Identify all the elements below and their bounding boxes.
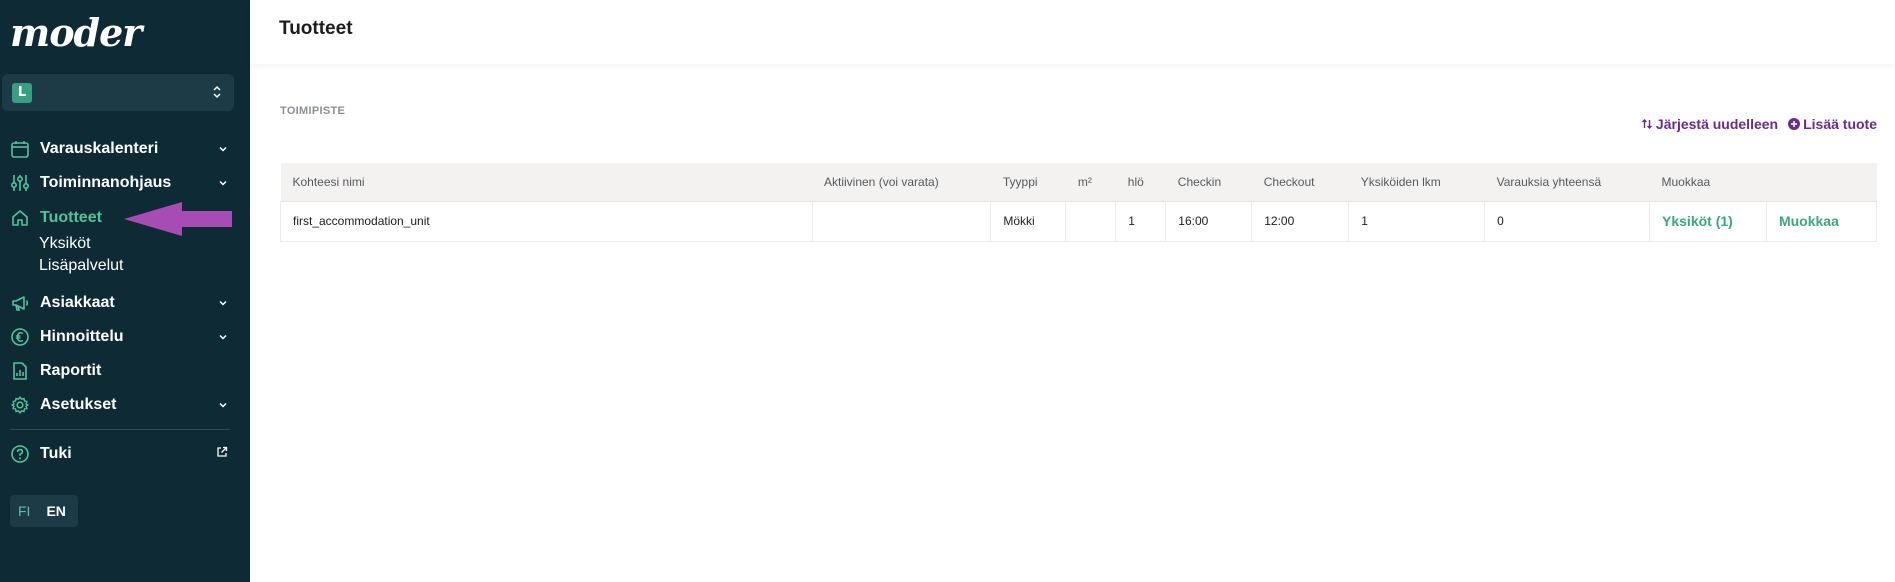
sidebar-item-raportit[interactable]: Raportit [10,358,230,384]
sidebar-item-label: Hinnoittelu [40,328,124,345]
column-header-persons: hlö [1115,163,1166,202]
sidebar-item-label: Toiminnanohjaus [40,174,172,191]
table-actions: Järjestä uudelleen Lisää tuote [1641,116,1877,132]
product-persons: 1 [1115,201,1167,242]
sort-caret-icon [213,85,221,99]
language-en-button[interactable]: EN [38,503,73,519]
sidebar-item-label: Asiakkaat [40,294,115,311]
external-link-icon [217,446,228,457]
add-product-button-label: Lisää tuote [1803,116,1877,132]
organization-badge: L [12,83,32,103]
table-row: first_accommodation_unit Mökki 1 16:00 1… [280,201,1878,242]
chevron-down-icon [219,402,227,408]
sidebar-item-asiakkaat[interactable]: Asiakkaat [10,290,230,316]
products-table: Kohteesi nimi Aktiivinen (voi varata) Ty… [280,163,1878,242]
help-icon [11,445,29,463]
column-header-area: m² [1065,163,1116,202]
language-fi-button[interactable]: FI [10,503,38,519]
chevron-down-icon [219,180,227,186]
reorder-button[interactable]: Järjestä uudelleen [1641,116,1778,132]
column-header-active: Aktiivinen (voi varata) [812,163,991,202]
sidebar-item-label: Raportit [40,362,102,379]
home-icon [12,210,28,226]
megaphone-icon [12,296,29,311]
sidebar-subitem-yksikot[interactable]: Yksiköt [39,235,91,253]
sidebar-subitem-lisapalvelut[interactable]: Lisäpalvelut [39,257,124,275]
column-header-bookings: Varauksia yhteensä [1484,163,1650,202]
column-header-checkin: Checkin [1165,163,1252,202]
column-header-edit-extra [1766,163,1877,202]
sidebar-divider [10,429,230,430]
add-product-button[interactable]: Lisää tuote [1788,116,1877,132]
column-header-checkout: Checkout [1251,163,1349,202]
product-type: Mökki [990,201,1067,242]
product-checkin: 16:00 [1165,201,1253,242]
column-header-units: Yksiköiden lkm [1348,163,1485,202]
organization-select[interactable]: L [2,74,234,111]
product-area [1065,201,1117,242]
report-icon [13,362,27,380]
euro-icon [11,328,29,346]
product-checkout: 12:00 [1251,201,1350,242]
product-units-count: 1 [1348,201,1486,242]
app-logo[interactable]: moder [10,14,142,52]
column-header-edit: Muokkaa [1649,163,1767,202]
section-label: TOIMIPISTE [280,105,346,117]
product-name: first_accommodation_unit [280,201,813,242]
sidebar-item-label: Tuotteet [40,209,102,226]
gear-icon [11,396,29,414]
language-switch: FI EN [10,495,78,527]
chevron-down-icon [219,146,227,152]
column-header-type: Tyyppi [990,163,1066,202]
annotation-arrow-icon [124,202,232,236]
table-header-row: Kohteesi nimi Aktiivinen (voi varata) Ty… [280,163,1877,202]
chevron-down-icon [219,334,227,340]
sidebar-item-tuki[interactable]: Tuki [10,441,230,467]
page-header: Tuotteet [250,0,1895,64]
chevron-down-icon [219,300,227,306]
units-link[interactable]: Yksiköt (1) [1649,201,1767,242]
sidebar-item-label: Asetukset [40,396,117,413]
sidebar-item-label: Varauskalenteri [40,140,159,157]
sidebar-item-hinnoittelu[interactable]: Hinnoittelu [10,324,230,350]
sidebar-item-label: Tuki [40,445,72,462]
sliders-icon [10,175,30,191]
product-bookings-total: 0 [1484,201,1651,242]
calendar-icon [11,141,29,158]
column-header-name: Kohteesi nimi [280,163,812,202]
page-title: Tuotteet [279,18,353,39]
product-active [812,201,992,242]
plus-circle-icon [1788,118,1801,130]
sidebar-item-toiminnanohjaus[interactable]: Toiminnanohjaus [10,170,230,196]
sidebar-item-asetukset[interactable]: Asetukset [10,392,230,418]
edit-link[interactable]: Muokkaa [1766,201,1878,242]
reorder-button-label: Järjestä uudelleen [1655,116,1779,132]
reorder-arrows-icon [1641,119,1652,129]
sidebar-item-varauskalenteri[interactable]: Varauskalenteri [10,136,230,162]
sidebar: moder L Varauskalenteri Toiminnanohjaus [0,0,250,582]
